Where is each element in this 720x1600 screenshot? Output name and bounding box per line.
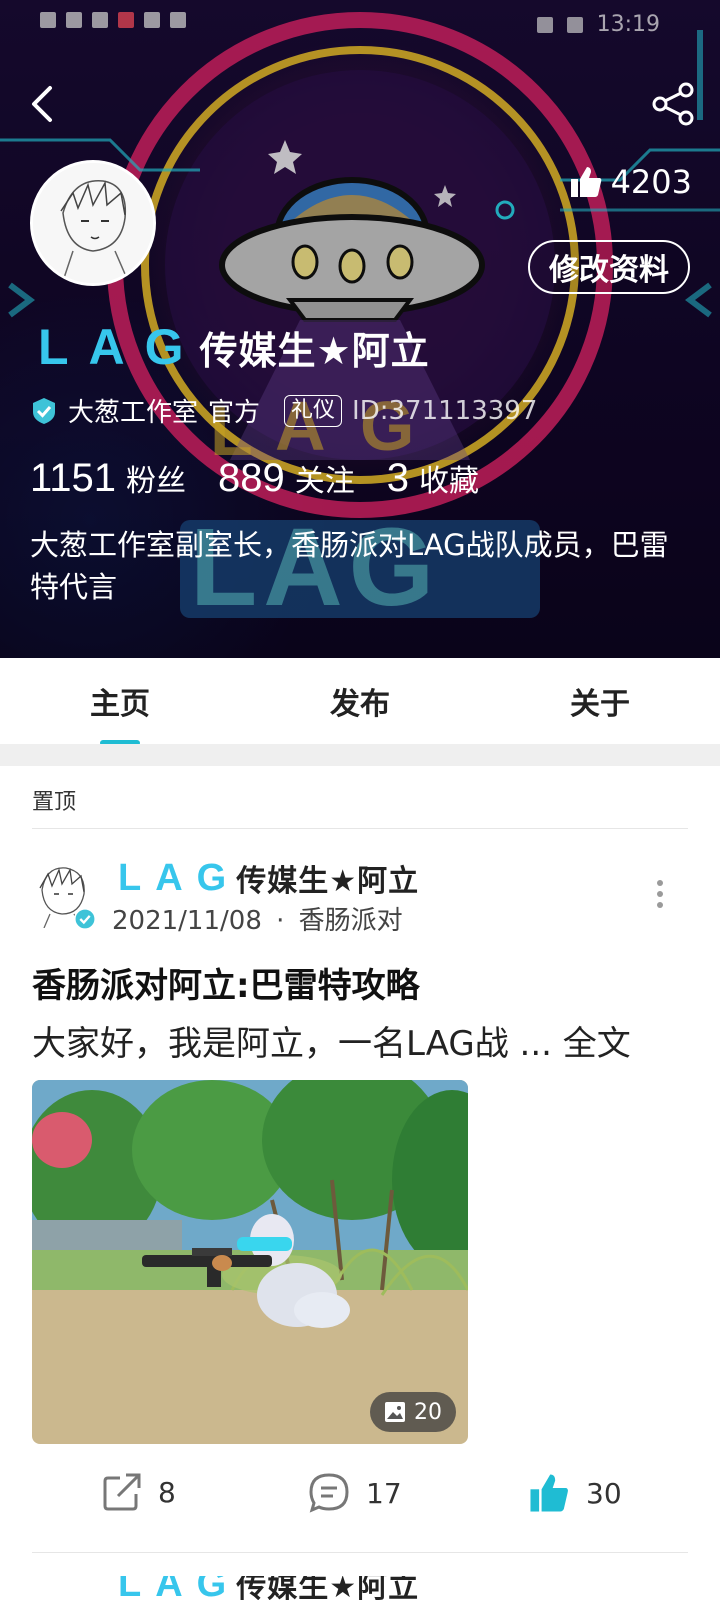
next-post-author: LAG 传媒生★阿立 [118,1576,419,1600]
battery-icon [566,16,583,33]
clock: 13:19 [596,12,660,37]
tab-posts[interactable]: 发布 [270,658,450,744]
profile-name: LAG 传媒生★阿立 [38,318,430,376]
game-screenshot [32,1080,468,1444]
lag-logo: LAG [118,856,241,899]
profile-header: LAG L A G 13:19 4203 修改资料 LAG 传媒生★阿立 大葱工… [0,0,720,658]
post-category[interactable]: 香肠派对 [299,906,403,936]
signal-icon [40,12,56,28]
like-count: 30 [586,1476,622,1510]
post-meta: 2021/11/08 · 香肠派对 [112,900,403,937]
like-icon [530,1474,568,1512]
like-button[interactable]: 30 [528,1472,622,1514]
favorites-count: 3 [386,456,410,500]
back-arrow-icon [32,86,52,122]
following-label: 关注 [294,464,355,499]
post-actions: 8 17 30 [0,1472,720,1522]
post-date: 2021/11/08 [112,906,262,936]
post-image[interactable]: 20 [32,1080,468,1444]
tag-badge: 礼仪 [284,394,343,427]
stat-following[interactable]: 889 关注 [218,456,355,501]
post-author-avatar[interactable] [34,862,96,930]
share-external-icon [103,1473,141,1511]
image-count-badge: 20 [370,1392,456,1432]
status-icons-right: 13:19 [536,12,660,37]
stat-followers[interactable]: 1151 粉丝 [30,456,186,501]
stats-row: 1151 粉丝 889 关注 3 收藏 [30,456,511,501]
more-vertical-icon [654,880,666,908]
gallery-icon [170,12,186,28]
post-title[interactable]: 香肠派对阿立:巴雷特攻略 [32,958,420,1007]
edit-profile-button[interactable]: 修改资料 [528,240,690,294]
alarm-icon [536,16,553,33]
book-app-icon [118,12,134,28]
next-post-preview: LAG 传媒生★阿立 [0,1576,720,1600]
share-icon [652,82,694,126]
profile-likes: 4203 [569,160,692,204]
more-options-button[interactable] [654,880,666,916]
verified-badge-icon [74,908,96,930]
followers-label: 粉丝 [126,464,187,499]
profile-bio: 大葱工作室副室长，香肠派对LAG战队成员，巴雷特代言 [30,528,669,604]
author-display-name: 传媒生★阿立 [236,1576,420,1600]
comment-button[interactable]: 17 [308,1472,402,1514]
divider [32,1552,688,1553]
thumbs-up-icon [570,167,601,197]
following-count: 889 [218,456,285,500]
stat-favorites[interactable]: 3 收藏 [387,456,479,501]
share-post-button[interactable]: 8 [102,1472,176,1512]
post-author-name[interactable]: LAG 传媒生★阿立 [118,856,419,900]
author-display-name: 传媒生★阿立 [236,864,420,899]
pinned-label: 置顶 [32,790,77,815]
meta-separator: · [276,906,285,936]
user-id: ID:371113397 [352,395,538,426]
organization-row: 大葱工作室 官方 礼仪 ID:371113397 [30,392,537,429]
app-notification-icon [92,12,108,28]
status-bar: 13:19 [0,0,720,50]
comment-count: 17 [366,1476,402,1510]
org-name[interactable]: 大葱工作室 [68,392,198,429]
wifi-icon [66,12,82,28]
verified-badge-icon [33,397,55,424]
message-icon [144,12,160,28]
favorites-label: 收藏 [419,464,480,499]
comment-icon [309,1473,349,1513]
section-separator [0,744,720,766]
share-button[interactable] [650,80,696,128]
avatar[interactable] [30,160,156,286]
avatar-sketch [33,163,153,283]
tab-home[interactable]: 主页 [0,658,270,744]
post-excerpt[interactable]: 大家好，我是阿立，一名LAG战 ... 全文 [32,1016,692,1065]
back-button[interactable] [24,80,64,128]
followers-count: 1151 [30,456,117,500]
org-role: 官方 [208,398,261,428]
image-count: 20 [414,1399,442,1425]
share-count: 8 [158,1475,176,1509]
status-icons-left [40,12,186,28]
display-name: 传媒生★阿立 [199,328,430,373]
lag-logo: LAG [118,1576,241,1600]
divider [32,828,688,829]
profile-tabs: 主页 发布 关于 [0,658,720,744]
likes-count: 4203 [610,163,692,201]
lag-logo: LAG [38,319,204,375]
tab-about[interactable]: 关于 [450,658,720,744]
image-icon [385,1402,405,1422]
